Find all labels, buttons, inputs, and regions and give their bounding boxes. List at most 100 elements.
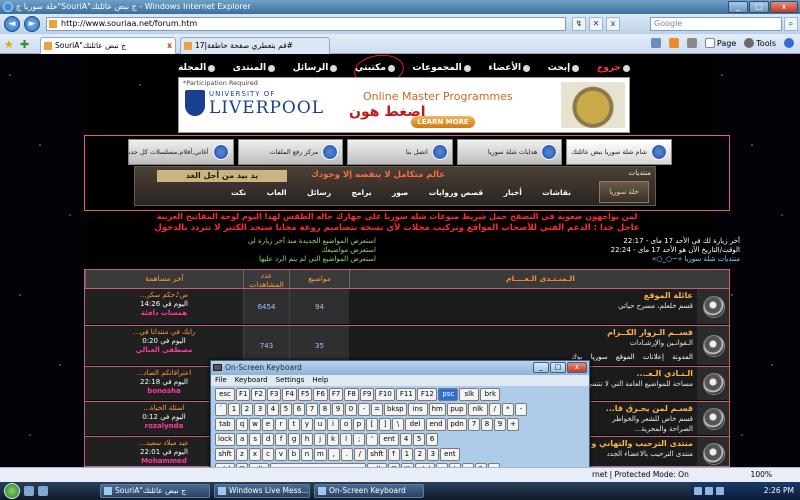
osk-key[interactable]: r: [275, 418, 287, 431]
url-field[interactable]: http://www.souriaa.net/forum.htm: [46, 17, 566, 31]
osk-key[interactable]: g: [288, 433, 301, 446]
start-button[interactable]: [4, 483, 20, 499]
osk-key[interactable]: esc: [215, 388, 235, 401]
category-messages[interactable]: رسائل: [307, 188, 331, 197]
osk-key[interactable]: hm: [428, 403, 446, 416]
osk-key[interactable]: shft: [215, 448, 235, 461]
taskbar-messenger[interactable]: Windows Live Mess...: [214, 484, 310, 498]
maximize-button[interactable]: □: [749, 1, 769, 13]
osk-key[interactable]: z: [236, 448, 248, 461]
osk-key[interactable]: v: [275, 448, 287, 461]
osk-key[interactable]: nlk: [467, 403, 488, 416]
osk-key[interactable]: -: [358, 403, 370, 416]
osk-key[interactable]: 5: [413, 433, 426, 446]
osk-key[interactable]: 8: [319, 403, 331, 416]
osk-key[interactable]: a: [236, 433, 249, 446]
osk-key[interactable]: m: [314, 448, 327, 461]
category-programs[interactable]: برامج: [351, 188, 371, 197]
nav-search[interactable]: إبحث: [548, 61, 580, 75]
network-icon[interactable]: [705, 487, 713, 495]
search-icon[interactable]: ⌕: [784, 17, 798, 31]
osk-key[interactable]: ': [366, 433, 379, 446]
osk-key[interactable]: ]: [379, 418, 391, 431]
osk-key[interactable]: F2: [251, 388, 266, 401]
osk-key[interactable]: j: [314, 433, 327, 446]
osk-key[interactable]: 1: [400, 448, 413, 461]
unanswered-link[interactable]: استعرض المواضيع التي لم يتم الرد عليها: [196, 255, 376, 264]
osk-key[interactable]: =: [371, 403, 383, 416]
last-post-user[interactable]: همسات دافئة: [85, 309, 243, 318]
osk-key[interactable]: 9: [494, 418, 506, 431]
show-desktop-icon[interactable]: [24, 486, 34, 496]
shortcut-media[interactable]: أغاني,أفلام,مسلسلات كل جديد وحصري: [128, 139, 234, 165]
osk-key[interactable]: q: [236, 418, 248, 431]
osk-key[interactable]: 8: [481, 418, 493, 431]
table-row[interactable]: عائلة الموقع قسم خلعلم، مسرح حياتي 94 64…: [85, 288, 729, 324]
shortcut-souria[interactable]: شام شلة سوريا نبض عائلتك: [566, 139, 672, 165]
osk-key[interactable]: F8: [344, 388, 359, 401]
osk-key[interactable]: F10: [375, 388, 396, 401]
osk-key[interactable]: 2: [241, 403, 253, 416]
osk-key[interactable]: w: [249, 418, 261, 431]
taskbar-osk[interactable]: On-Screen Keyboard: [314, 484, 424, 498]
osk-key[interactable]: b: [288, 448, 300, 461]
nav-magazine[interactable]: المجلة: [178, 61, 216, 75]
osk-key[interactable]: e: [262, 418, 274, 431]
osk-key[interactable]: p: [353, 418, 365, 431]
osk-key[interactable]: 6: [426, 433, 439, 446]
osk-key[interactable]: s: [249, 433, 262, 446]
tab-second[interactable]: قم بتعطري صفحة خاطفة|17#: [180, 37, 330, 54]
home-button[interactable]: [650, 38, 661, 48]
zoom-level[interactable]: 100%: [751, 468, 772, 482]
osk-key[interactable]: 7: [306, 403, 318, 416]
osk-key[interactable]: 5: [280, 403, 292, 416]
osk-key[interactable]: -: [514, 403, 527, 416]
ticker-links[interactable]: لمن يواجهون صعوبة في التصفح حمل شريط منو…: [110, 212, 684, 221]
close-button[interactable]: x: [770, 1, 798, 13]
osk-key[interactable]: F3: [266, 388, 282, 401]
osk-key[interactable]: 1: [228, 403, 240, 416]
osk-key[interactable]: F5: [297, 388, 313, 401]
my-topics-link[interactable]: استعرض مواضيعك: [196, 246, 377, 255]
osk-key[interactable]: end: [426, 418, 446, 431]
osk-key[interactable]: 2: [413, 448, 426, 461]
nav-messages[interactable]: الرسائل: [293, 61, 338, 75]
table-row[interactable]: قســم الـزوار الكــرام الـقوانـين والإرش…: [85, 325, 729, 365]
osk-key[interactable]: 4: [400, 433, 413, 446]
osk-key[interactable]: /: [353, 448, 366, 461]
osk-key[interactable]: +: [507, 418, 519, 431]
osk-key[interactable]: brk: [480, 388, 501, 401]
forum-title[interactable]: قســم الـزوار الكــرام: [353, 328, 693, 337]
osk-key[interactable]: y: [301, 418, 313, 431]
osk-key[interactable]: F4: [282, 388, 297, 401]
osk-key[interactable]: 4: [267, 403, 279, 416]
osk-key[interactable]: ;: [353, 433, 366, 446]
osk-key[interactable]: lock: [215, 433, 236, 446]
osk-key[interactable]: [: [366, 418, 378, 431]
osk-key[interactable]: F11: [396, 388, 417, 401]
urgent-notice[interactable]: عاجل جدا : الدعم الفني للأصحاب المواقع و…: [110, 223, 684, 233]
osk-key[interactable]: u: [314, 418, 326, 431]
osk-key[interactable]: F7: [328, 388, 344, 401]
osk-key[interactable]: del: [405, 418, 425, 431]
osk-key[interactable]: F12: [417, 388, 438, 401]
osk-key[interactable]: ↑: [387, 448, 400, 461]
print-button[interactable]: [686, 38, 697, 48]
add-favorites-icon[interactable]: ✚: [20, 38, 29, 51]
osk-key[interactable]: `: [215, 403, 227, 416]
osk-key[interactable]: l: [340, 433, 353, 446]
osk-key[interactable]: F9: [359, 388, 375, 401]
osk-key[interactable]: F1: [236, 388, 251, 401]
osk-key[interactable]: 3: [254, 403, 266, 416]
back-button[interactable]: ◄: [4, 16, 20, 32]
category-discussions[interactable]: نقاشات: [542, 188, 571, 197]
osk-key[interactable]: pup: [446, 403, 467, 416]
osk-key[interactable]: f: [275, 433, 288, 446]
osk-key[interactable]: 9: [332, 403, 344, 416]
osk-key[interactable]: shft: [366, 448, 387, 461]
forward-button[interactable]: ►: [24, 16, 40, 32]
taskbar-ie[interactable]: SouriA"ج نبض عائلتك: [100, 484, 210, 498]
compatibility-icon[interactable]: ↯: [572, 17, 586, 31]
osk-key[interactable]: t: [288, 418, 300, 431]
clock[interactable]: 2:26 PM: [764, 482, 794, 500]
